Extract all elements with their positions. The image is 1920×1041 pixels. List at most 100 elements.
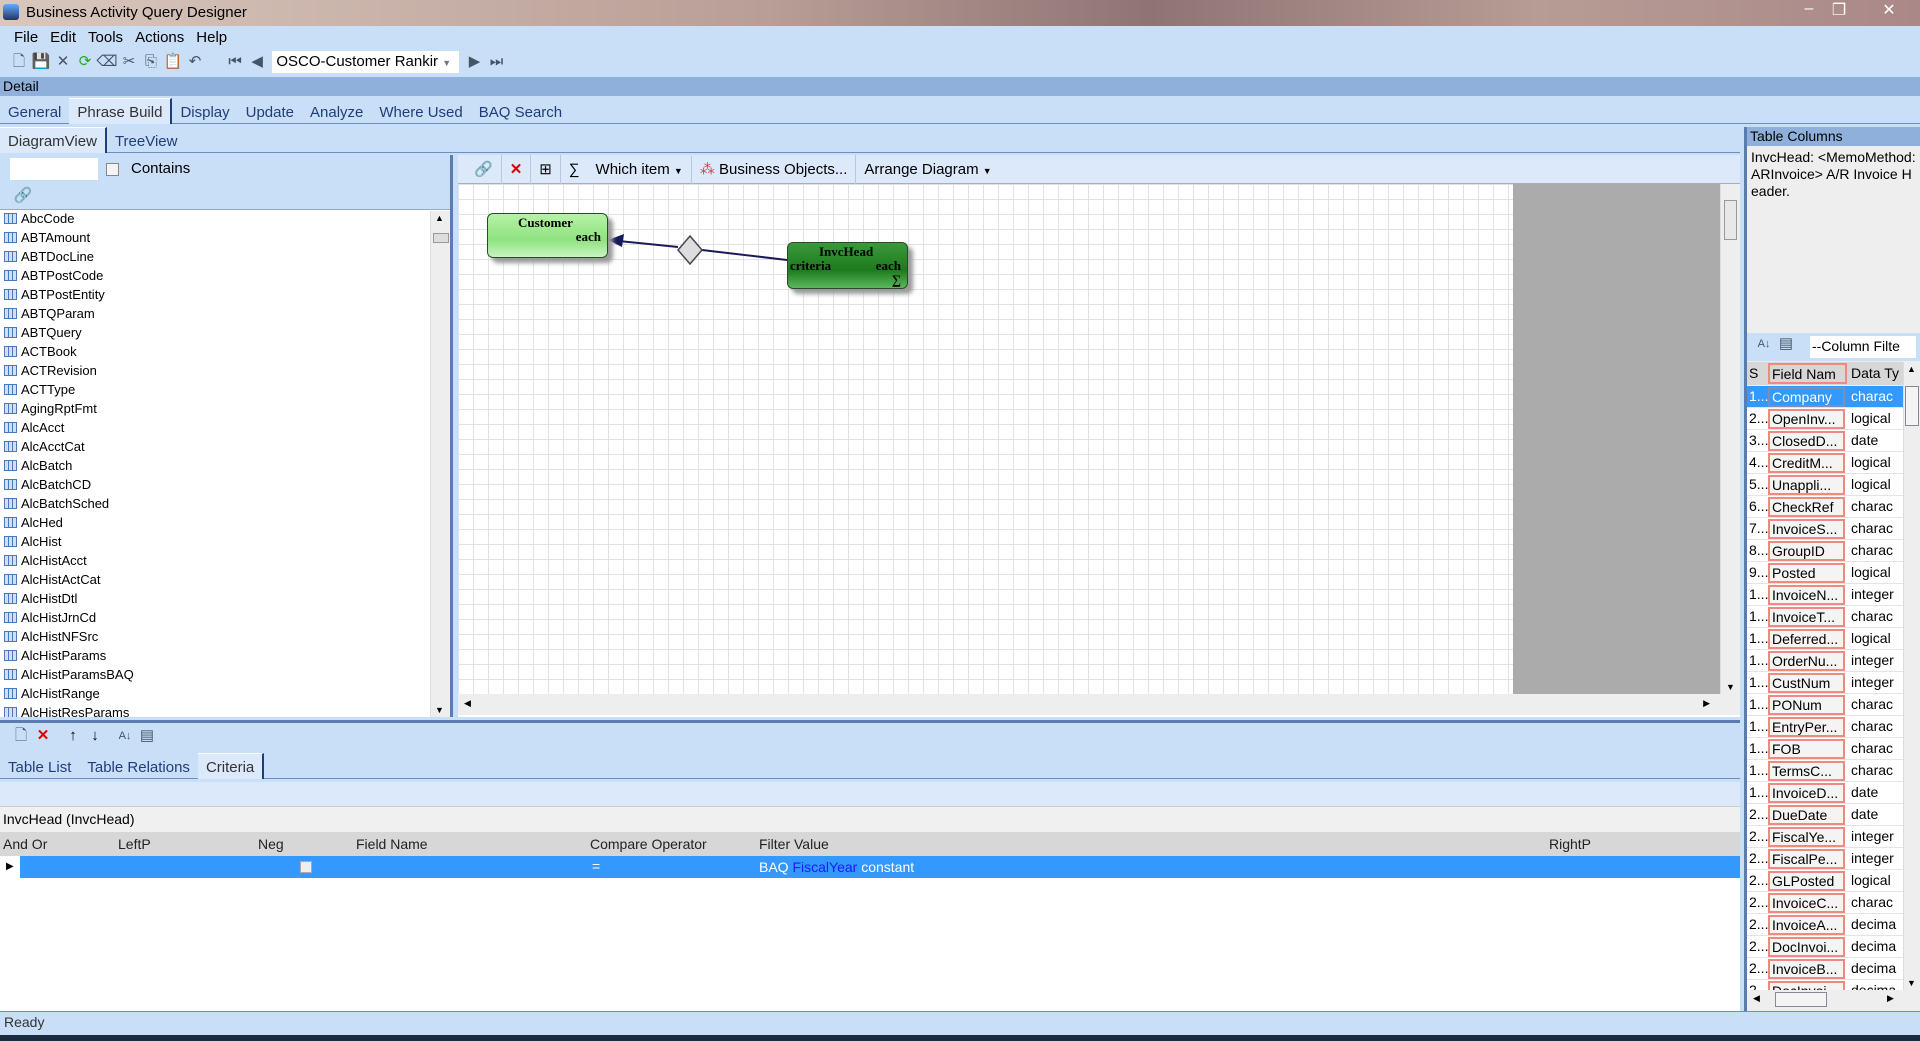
col-leftp[interactable]: LeftP xyxy=(118,836,151,852)
table-list-item[interactable]: AlcAcctCat xyxy=(0,439,430,458)
column-row[interactable]: 1... Deferred... logical xyxy=(1747,628,1903,650)
column-row[interactable]: 2... InvoiceC... charac xyxy=(1747,892,1903,914)
column-row[interactable]: 1... Company charac xyxy=(1747,386,1903,408)
table-list-item[interactable]: AlcHistParams xyxy=(0,648,430,667)
col-compare-operator[interactable]: Compare Operator xyxy=(590,836,707,852)
table-list-item[interactable]: AlcHistDtl xyxy=(0,591,430,610)
column-filter-input[interactable]: --Column Filte xyxy=(1810,336,1916,358)
new-criteria-icon[interactable]: 🗋 xyxy=(10,725,32,747)
column-row[interactable]: 2... DueDate date xyxy=(1747,804,1903,826)
copy-icon[interactable]: ⎘ xyxy=(140,51,162,73)
menu-actions[interactable]: Actions xyxy=(129,26,190,49)
column-row[interactable]: 1... InvoiceD... date xyxy=(1747,782,1903,804)
column-row[interactable]: 1... FOB charac xyxy=(1747,738,1903,760)
table-list-item[interactable]: ABTQParam xyxy=(0,306,430,325)
col-and-or[interactable]: And Or xyxy=(3,836,47,852)
table-list-item[interactable]: AbcCode xyxy=(0,211,430,230)
neg-checkbox[interactable] xyxy=(300,861,312,873)
col-neg[interactable]: Neg xyxy=(258,836,284,852)
menu-edit[interactable]: Edit xyxy=(44,26,82,49)
column-row[interactable]: 3... ClosedD... date xyxy=(1747,430,1903,452)
sigma-icon[interactable]: ∑ xyxy=(561,156,588,185)
move-up-icon[interactable]: ↑ xyxy=(62,725,84,747)
column-row[interactable]: 7... InvoiceS... charac xyxy=(1747,518,1903,540)
table-list-item[interactable]: ABTAmount xyxy=(0,230,430,249)
clear-icon[interactable]: ⌫ xyxy=(96,51,118,73)
close-button[interactable]: ✕ xyxy=(1870,0,1908,20)
maximize-button[interactable]: ❐ xyxy=(1820,0,1858,20)
column-row[interactable]: 8... GroupID charac xyxy=(1747,540,1903,562)
diagram-canvas[interactable]: Customer each InvcHead criteria each ∑ xyxy=(458,184,1513,694)
tab-table-list[interactable]: Table List xyxy=(0,754,79,779)
table-list-item[interactable]: AlcHistJrnCd xyxy=(0,610,430,629)
table-list-item[interactable]: AlcHistActCat xyxy=(0,572,430,591)
compare-operator-value[interactable]: = xyxy=(592,858,600,874)
col-filter-value[interactable]: Filter Value xyxy=(759,836,829,852)
paste-icon[interactable]: 📋 xyxy=(162,51,184,73)
tab-analyze[interactable]: Analyze xyxy=(302,99,371,124)
menu-tools[interactable]: Tools xyxy=(82,26,129,49)
tab-baq-search[interactable]: BAQ Search xyxy=(471,99,570,124)
tab-where-used[interactable]: Where Used xyxy=(371,99,470,124)
contains-checkbox[interactable] xyxy=(106,163,119,176)
prev-record-icon[interactable]: ◀ xyxy=(246,51,268,73)
table-list-item[interactable]: AlcHist xyxy=(0,534,430,553)
diagram-hscroll[interactable]: ◀ ▶ xyxy=(458,694,1740,715)
table-list-item[interactable]: ABTPostCode xyxy=(0,268,430,287)
col-seq[interactable]: S xyxy=(1749,365,1758,381)
menu-help[interactable]: Help xyxy=(190,26,233,49)
invchead-node[interactable]: InvcHead criteria each ∑ xyxy=(787,242,908,289)
col-field-name[interactable]: Field Nam xyxy=(1768,363,1847,384)
column-row[interactable]: 1... InvoiceN... integer xyxy=(1747,584,1903,606)
filter-value[interactable]: BAQ FiscalYear constant xyxy=(759,859,914,875)
table-list-item[interactable]: AlcAcct xyxy=(0,420,430,439)
table-list-item[interactable]: AgingRptFmt xyxy=(0,401,430,420)
tab-diagram-view[interactable]: DiagramView xyxy=(0,127,107,153)
column-row[interactable]: 2... InvoiceB... decima xyxy=(1747,958,1903,980)
table-list-item[interactable]: ABTDocLine xyxy=(0,249,430,268)
add-table-icon[interactable]: ⊞ xyxy=(531,155,561,184)
sort-az-icon[interactable]: A↓ xyxy=(114,725,136,747)
columns-vscroll[interactable]: ▲ ▼ xyxy=(1903,362,1920,990)
column-row[interactable]: 1... OrderNu... integer xyxy=(1747,650,1903,672)
criteria-row[interactable]: ▶ = BAQ FiscalYear constant xyxy=(0,856,1740,878)
diagram-vscroll[interactable]: ▼ xyxy=(1720,184,1740,694)
move-down-icon[interactable]: ↓ xyxy=(84,725,106,747)
columns-icon[interactable]: ▤ xyxy=(136,725,158,747)
column-row[interactable]: 2... FiscalPe... integer xyxy=(1747,848,1903,870)
table-list-item[interactable]: ACTBook xyxy=(0,344,430,363)
next-record-icon[interactable]: ▶ xyxy=(464,51,486,73)
table-list-item[interactable]: AlcBatchCD xyxy=(0,477,430,496)
delete-icon[interactable]: ✕ xyxy=(52,51,74,73)
column-row[interactable]: 6... CheckRef charac xyxy=(1747,496,1903,518)
table-list-item[interactable]: AlcHistAcct xyxy=(0,553,430,572)
link-icon[interactable]: 🔗 xyxy=(458,155,502,184)
col-rightp[interactable]: RightP xyxy=(1549,836,1591,852)
table-list-item[interactable]: ACTRevision xyxy=(0,363,430,382)
menu-file[interactable]: File xyxy=(8,26,44,49)
first-record-icon[interactable]: ⏮ xyxy=(224,51,246,73)
column-row[interactable]: 1... InvoiceT... charac xyxy=(1747,606,1903,628)
table-filter-input[interactable] xyxy=(10,158,98,180)
save-icon[interactable]: 💾 xyxy=(30,51,52,73)
column-row[interactable]: 9... Posted logical xyxy=(1747,562,1903,584)
col-data-type[interactable]: Data Ty xyxy=(1851,365,1901,381)
last-record-icon[interactable]: ⏭ xyxy=(486,51,508,73)
new-icon[interactable]: 🗋 xyxy=(8,51,30,73)
query-selector[interactable]: OSCO-Customer Rankir ▼ xyxy=(272,51,460,73)
table-list-item[interactable]: AlcHistNFSrc xyxy=(0,629,430,648)
undo-icon[interactable]: ↶ xyxy=(184,51,206,73)
delete-criteria-icon[interactable]: ✕ xyxy=(32,725,54,747)
col-field-name[interactable]: Field Name xyxy=(356,836,428,852)
tab-tree-view[interactable]: TreeView xyxy=(107,128,186,153)
sort-az-icon[interactable]: A↓ xyxy=(1753,333,1775,355)
tab-display[interactable]: Display xyxy=(172,99,237,124)
column-row[interactable]: 1... TermsC... charac xyxy=(1747,760,1903,782)
table-list-item[interactable]: ACTType xyxy=(0,382,430,401)
customer-node[interactable]: Customer each xyxy=(487,213,608,258)
column-row[interactable]: 2... FiscalYe... integer xyxy=(1747,826,1903,848)
column-row[interactable]: 4... CreditM... logical xyxy=(1747,452,1903,474)
tab-general[interactable]: General xyxy=(0,99,69,124)
column-row[interactable]: 2...DocInvoi... decima xyxy=(1747,936,1903,958)
tab-update[interactable]: Update xyxy=(238,99,302,124)
